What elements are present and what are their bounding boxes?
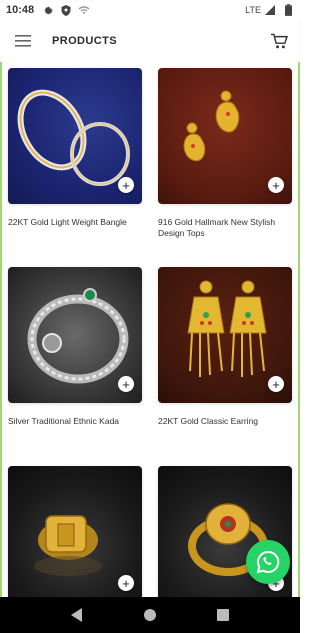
network-label: LTE — [245, 5, 261, 15]
home-icon — [143, 609, 156, 621]
cart-icon — [271, 33, 288, 49]
product-name[interactable]: 22KT Gold Classic Earring — [158, 416, 292, 427]
screen: 10:48 LTE PRODUCTS + 22KT Gold Light Wei… — [0, 0, 300, 633]
navigation-bar — [0, 597, 300, 633]
add-button[interactable]: + — [118, 575, 134, 591]
status-time: 10:48 — [6, 4, 35, 16]
product-card[interactable]: + 22KT Gold Light Weight Bangle — [8, 68, 142, 228]
menu-button[interactable] — [12, 30, 34, 52]
whatsapp-button[interactable] — [246, 540, 290, 584]
status-right: LTE — [245, 4, 294, 16]
product-card[interactable]: + 916 Gold Hallmark New Stylish Design T… — [158, 68, 292, 239]
add-button[interactable]: + — [118, 376, 134, 392]
product-image[interactable]: + — [158, 267, 292, 403]
add-button[interactable]: + — [268, 376, 284, 392]
product-name[interactable]: Silver Traditional Ethnic Kada — [8, 416, 142, 427]
status-bar: 10:48 LTE — [0, 0, 300, 20]
add-button[interactable]: + — [118, 177, 134, 193]
product-card[interactable]: + Silver Traditional Ethnic Kada — [8, 267, 142, 427]
back-icon — [70, 608, 82, 622]
whatsapp-icon — [256, 550, 280, 574]
product-image[interactable]: + — [158, 68, 292, 204]
cart-button[interactable] — [268, 30, 290, 52]
recents-button[interactable] — [215, 607, 231, 623]
page-title: PRODUCTS — [52, 35, 117, 47]
recents-icon — [217, 609, 230, 621]
hamburger-icon — [15, 35, 31, 47]
product-list[interactable]: + 22KT Gold Light Weight Bangle + 916 Go… — [0, 62, 300, 597]
product-card[interactable]: + 22KT Gold Classic Earring — [158, 267, 292, 427]
product-image[interactable]: + — [8, 466, 142, 597]
shield-icon — [60, 4, 72, 16]
wifi-off-icon — [78, 4, 90, 16]
back-button[interactable] — [69, 607, 85, 623]
home-button[interactable] — [142, 607, 158, 623]
product-card[interactable]: + — [8, 466, 142, 597]
settings-icon — [42, 4, 54, 16]
signal-icon — [264, 4, 276, 16]
add-button[interactable]: + — [268, 177, 284, 193]
app-bar: PRODUCTS — [0, 20, 300, 62]
battery-icon — [282, 4, 294, 16]
product-name[interactable]: 916 Gold Hallmark New Stylish Design Top… — [158, 217, 292, 239]
product-name[interactable]: 22KT Gold Light Weight Bangle — [8, 217, 142, 228]
product-image[interactable]: + — [8, 267, 142, 403]
product-image[interactable]: + — [8, 68, 142, 204]
